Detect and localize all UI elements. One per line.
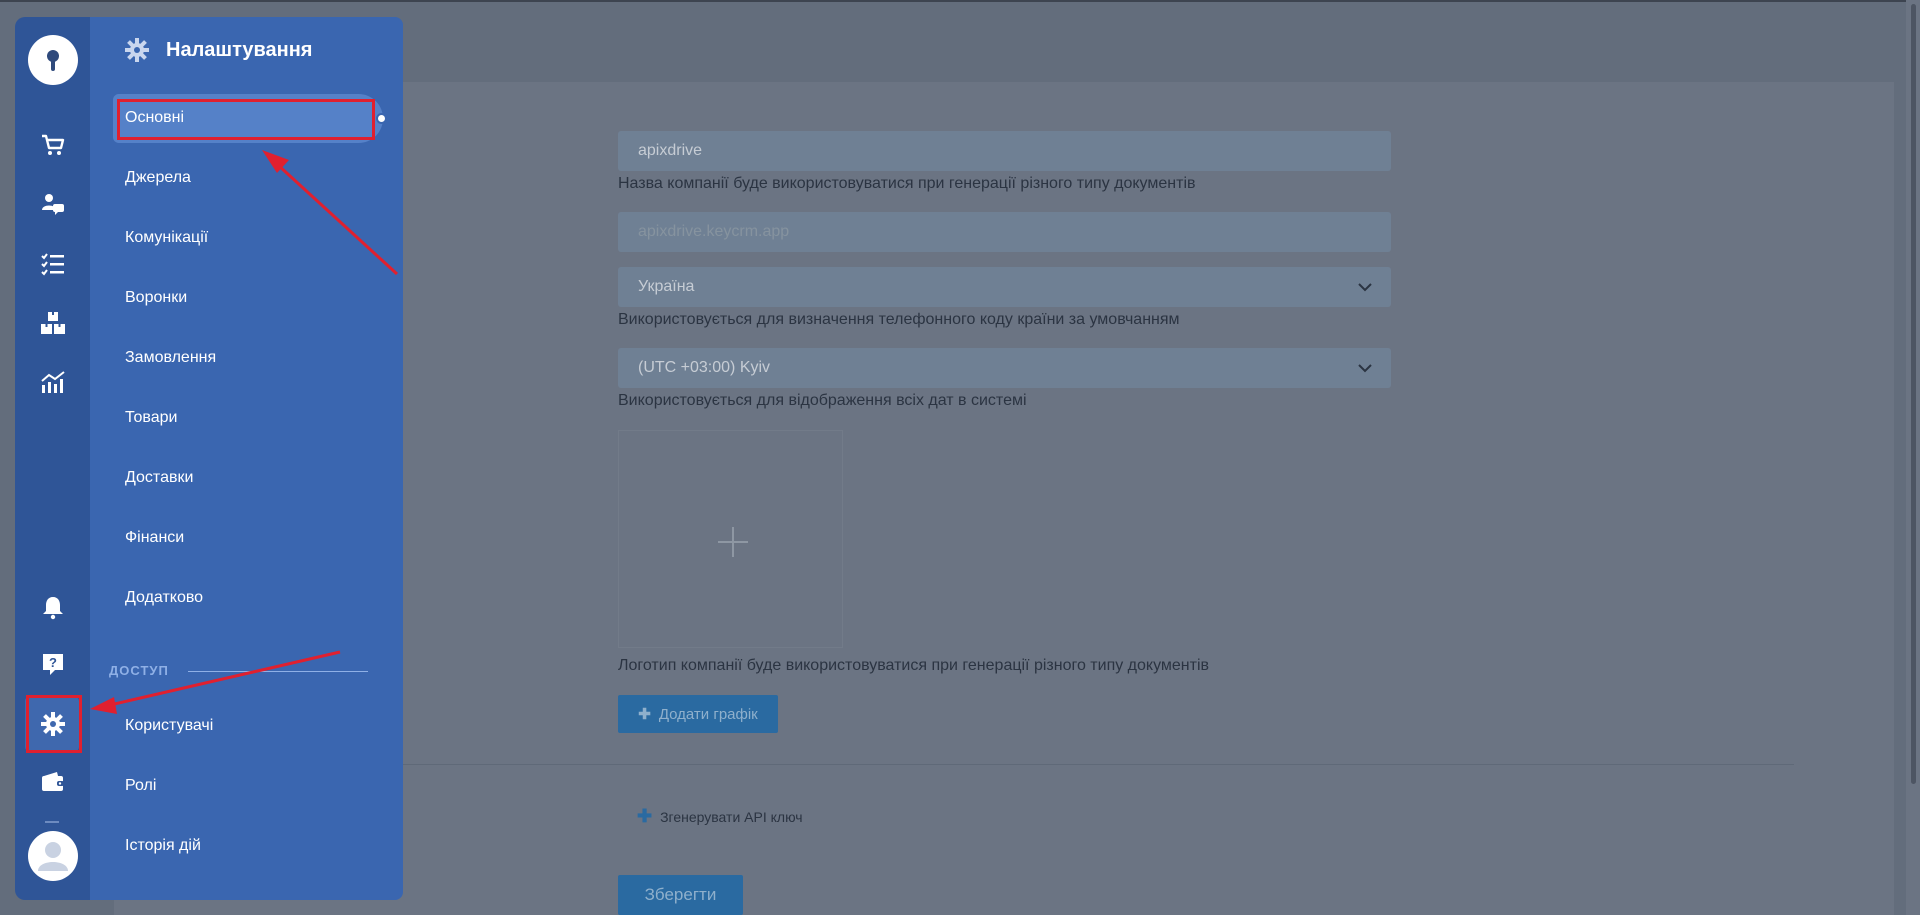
logo[interactable]	[28, 35, 78, 85]
menu-item-main[interactable]: Основні	[125, 109, 184, 127]
submenu-title-text: Налаштування	[166, 38, 313, 61]
key-icon-stem	[51, 59, 55, 71]
company-name-value: apixdrive	[638, 142, 703, 159]
plus-icon: ✚	[638, 706, 651, 723]
logo-hint: Логотип компанії буде використовуватися …	[618, 657, 1210, 674]
menu-item-finances[interactable]: Фінанси	[125, 529, 184, 547]
menu-item-roles[interactable]: Ролі	[125, 777, 156, 795]
country-hint: Використовується для визначення телефонн…	[618, 311, 1180, 328]
add-chart-button[interactable]: ✚ Додати графік	[618, 695, 778, 733]
company-name-input[interactable]: apixdrive	[618, 131, 1391, 171]
svg-text:?: ?	[49, 655, 57, 670]
add-chart-label: Додати графік	[658, 705, 758, 723]
menu-item-funnels[interactable]: Воронки	[125, 289, 187, 307]
domain-placeholder: apixdrive.keycrm.app	[638, 223, 790, 240]
logo-upload-box[interactable]	[618, 430, 843, 648]
avatar[interactable]	[28, 831, 78, 881]
menu-item-users[interactable]: Користувачі	[125, 717, 213, 735]
help-icon[interactable]: ?	[38, 649, 68, 679]
timezone-select[interactable]: (UTC +03:00) Kyiv	[618, 348, 1391, 388]
icon-rail: ?	[15, 17, 90, 900]
scrollbar-thumb[interactable]	[1911, 4, 1916, 784]
menu-item-orders[interactable]: Замовлення	[125, 349, 216, 367]
menu-item-products[interactable]: Товари	[125, 409, 177, 427]
rail-divider	[45, 821, 59, 823]
domain-input[interactable]: apixdrive.keycrm.app	[618, 212, 1391, 252]
wallet-icon[interactable]	[38, 767, 68, 797]
menu-item-action-history[interactable]: Історія дій	[125, 837, 201, 855]
plus-icon: ✚	[637, 806, 653, 826]
section-access-label: ДОСТУП	[109, 663, 169, 678]
menu-item-sources[interactable]: Джерела	[125, 169, 191, 187]
save-button[interactable]: Зберегти	[618, 875, 743, 915]
warehouse-boxes-icon[interactable]	[38, 308, 68, 338]
top-border	[0, 0, 1920, 2]
timezone-hint: Використовується для відображення всіх д…	[618, 392, 1027, 409]
active-indicator-dot	[376, 113, 387, 124]
company-name-hint: Назва компанії буде використовуватися пр…	[618, 175, 1196, 192]
generate-api-key-label: Згенерувати API ключ	[660, 808, 803, 825]
tasks-list-icon[interactable]	[38, 249, 68, 279]
settings-submenu: Налаштування Основні Джерела Комунікації…	[90, 17, 403, 900]
country-select[interactable]: Україна	[618, 267, 1391, 307]
settings-highlight-box	[26, 695, 82, 753]
chevron-down-icon	[1358, 283, 1372, 292]
menu-item-additional[interactable]: Додатково	[125, 589, 203, 607]
section-divider	[188, 671, 368, 672]
analytics-chart-icon[interactable]	[38, 367, 68, 397]
bell-icon[interactable]	[38, 592, 68, 622]
cart-icon[interactable]	[38, 130, 68, 160]
timezone-value: (UTC +03:00) Kyiv	[638, 359, 771, 376]
gear-icon	[125, 38, 149, 62]
submenu-title: Налаштування	[124, 37, 312, 63]
country-value: Україна	[638, 278, 695, 295]
generate-api-key-link[interactable]: ✚ Згенерувати API ключ	[637, 806, 803, 827]
chevron-down-icon	[1358, 364, 1372, 373]
scrollbar[interactable]	[1906, 0, 1920, 915]
menu-item-deliveries[interactable]: Доставки	[125, 469, 193, 487]
clients-chat-icon[interactable]	[38, 189, 68, 219]
plus-icon-stem	[732, 527, 734, 557]
menu-item-communications[interactable]: Комунікації	[125, 229, 208, 247]
save-label: Зберегти	[644, 885, 717, 904]
